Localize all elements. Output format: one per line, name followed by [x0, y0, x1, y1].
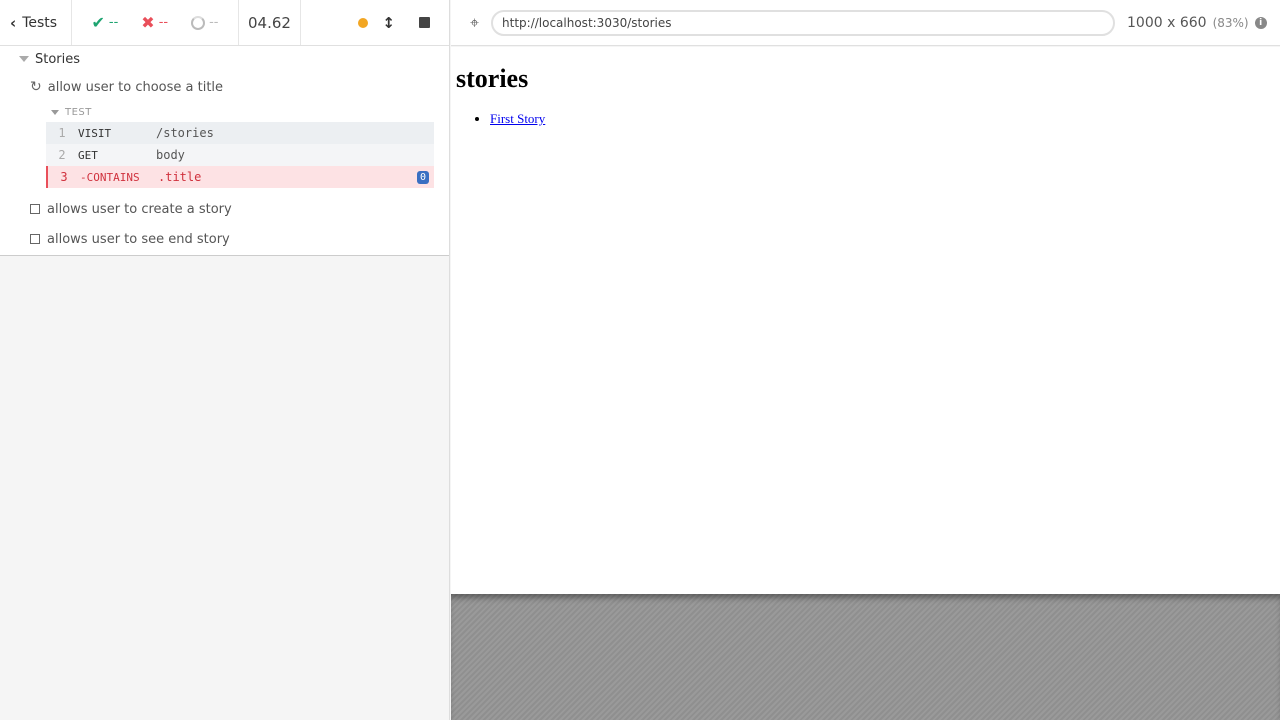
list-item: First Story: [490, 111, 545, 127]
reporter-panel: ‹ Tests ✔ -- ✖ -- -- 04.62 ↕ Stories ↻ a…: [0, 0, 450, 720]
duration: 04.62: [239, 0, 301, 45]
viewport-size: 1000 x 660: [1127, 14, 1207, 31]
run-controls: ↕: [301, 0, 449, 45]
chevron-left-icon: ‹: [10, 13, 17, 32]
command-row-failed[interactable]: 3 -CONTAINS .title 0: [46, 166, 434, 188]
command-name: -CONTAINS: [80, 170, 140, 184]
hook-label: TEST: [65, 106, 92, 118]
check-icon: ✔: [91, 13, 105, 32]
back-to-tests-button[interactable]: ‹ Tests: [0, 0, 72, 45]
collapse-triangle-icon: [19, 56, 29, 62]
test-title: allows user to create a story: [47, 201, 232, 217]
command-number: 1: [58, 126, 66, 140]
reporter-header: ‹ Tests ✔ -- ✖ -- -- 04.62 ↕: [0, 0, 449, 46]
url-bar[interactable]: http://localhost:3030/stories: [491, 9, 1116, 36]
test-item-running[interactable]: ↻ allow user to choose a title: [0, 72, 449, 102]
collapse-triangle-icon: [51, 109, 59, 115]
pending-spinner-icon: [191, 15, 206, 30]
pending-stat: --: [191, 15, 218, 30]
auto-scroll-toggle-icon[interactable]: ↕: [382, 14, 395, 32]
viewport-info: 1000 x 660 (83%) i: [1127, 15, 1267, 31]
aut-header: ⌖ http://localhost:3030/stories 1000 x 6…: [451, 0, 1280, 46]
test-item-pending[interactable]: allows user to create a story: [0, 194, 449, 224]
element-count-badge: 0: [416, 170, 429, 184]
failed-stat: ✖ --: [141, 13, 168, 32]
story-link[interactable]: First Story: [490, 111, 545, 126]
hook-header[interactable]: TEST: [0, 102, 449, 122]
command-row[interactable]: 1 VISIT /stories: [46, 122, 434, 144]
command-message: /stories: [156, 126, 214, 140]
command-message: .title: [158, 170, 202, 184]
command-number: 3: [60, 170, 68, 184]
runnables-list: Stories ↻ allow user to choose a title T…: [0, 46, 449, 256]
test-title: allow user to choose a title: [47, 79, 224, 95]
page-heading: stories: [456, 64, 529, 93]
x-icon: ✖: [141, 13, 155, 32]
test-item-pending[interactable]: allows user to see end story: [0, 224, 449, 254]
pending-count: --: [209, 15, 219, 30]
stop-button[interactable]: [419, 17, 430, 28]
passed-count: --: [108, 15, 119, 30]
command-name: GET: [78, 148, 98, 162]
command-message: body: [156, 148, 185, 162]
passed-stat: ✔ --: [92, 13, 119, 32]
command-name: VISIT: [78, 126, 112, 140]
selector-playground-icon[interactable]: ⌖: [470, 13, 479, 33]
status-dot-icon: [358, 17, 369, 28]
story-list: First Story: [490, 111, 545, 127]
suite-header[interactable]: Stories: [0, 46, 449, 72]
aut-panel: ⌖ http://localhost:3030/stories 1000 x 6…: [451, 0, 1280, 720]
test-title: allows user to see end story: [47, 231, 230, 247]
command-row[interactable]: 2 GET body: [46, 144, 434, 166]
pending-checkbox-icon: [30, 234, 40, 244]
tests-label: Tests: [22, 14, 58, 31]
viewport-background: [451, 594, 1280, 720]
info-icon[interactable]: i: [1254, 16, 1267, 29]
command-number: 2: [58, 148, 66, 162]
aut-iframe: stories First Story: [451, 47, 1280, 594]
suite-title: Stories: [35, 51, 81, 67]
viewport-scale: (83%): [1212, 15, 1249, 30]
failed-count: --: [158, 15, 169, 30]
pending-checkbox-icon: [30, 204, 40, 214]
stats-summary: ✔ -- ✖ -- --: [72, 0, 239, 45]
refresh-icon: ↻: [30, 79, 42, 95]
